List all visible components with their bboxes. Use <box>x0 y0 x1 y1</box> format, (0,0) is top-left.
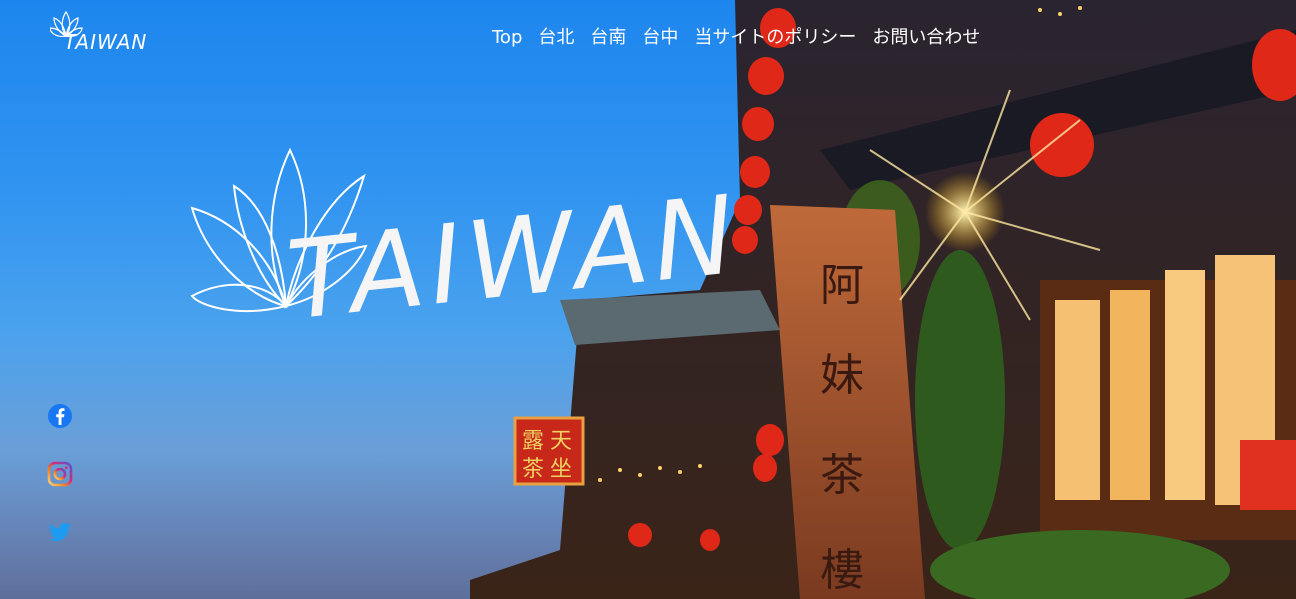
svg-text:妹: 妹 <box>820 350 864 401</box>
instagram-icon <box>47 461 73 487</box>
site-logo-link[interactable]: TAIWAN <box>50 10 156 54</box>
nav-tainan[interactable]: 台南 <box>582 26 634 50</box>
svg-text:坐: 坐 <box>550 457 572 482</box>
banner-char: 阿 <box>820 260 864 311</box>
svg-text:天: 天 <box>550 429 572 454</box>
instagram-link[interactable] <box>46 460 76 488</box>
nav-taichung[interactable]: 台中 <box>634 26 686 50</box>
nav-taipei[interactable]: 台北 <box>530 26 582 50</box>
nav-top[interactable]: Top <box>484 26 530 50</box>
hero-logo: TAIWAN <box>186 146 776 396</box>
svg-text:露: 露 <box>522 429 544 454</box>
svg-text:茶: 茶 <box>522 457 544 482</box>
top-navigation: TAIWAN Top 台北 台南 台中 当サイトのポリシー お問い合わせ <box>0 0 1296 76</box>
logo-small-text: TAIWAN <box>64 30 148 54</box>
facebook-icon <box>48 404 72 428</box>
twitter-icon <box>48 523 71 541</box>
nav-contact[interactable]: お問い合わせ <box>864 26 988 50</box>
facebook-link[interactable] <box>46 402 76 430</box>
hero-section: 阿 妹 茶 樓 露 天 茶 坐 TAIWAN Top 台北 台南 台中 当サイト… <box>0 0 1296 599</box>
svg-text:樓: 樓 <box>820 545 864 596</box>
twitter-link[interactable] <box>46 518 76 546</box>
main-menu: Top 台北 台南 台中 当サイトのポリシー お問い合わせ <box>484 26 988 50</box>
nav-policy[interactable]: 当サイトのポリシー <box>686 26 864 50</box>
social-links <box>46 402 76 576</box>
svg-text:茶: 茶 <box>820 450 864 501</box>
